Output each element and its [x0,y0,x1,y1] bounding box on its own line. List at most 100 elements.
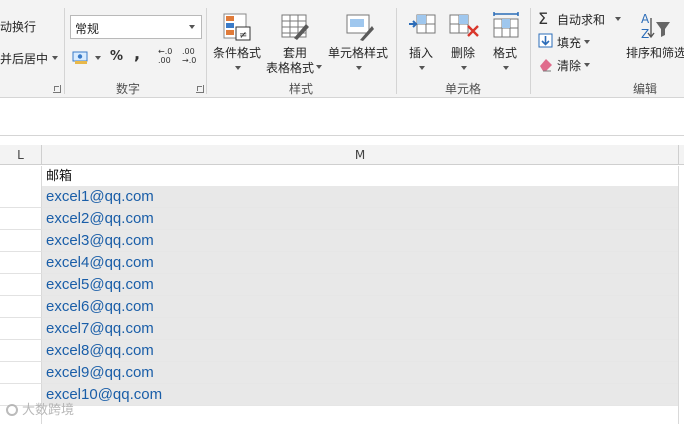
cell-l[interactable] [0,296,42,318]
fill-down-icon [538,33,553,48]
column-header-m[interactable]: M [42,145,678,165]
chevron-down-icon [584,63,590,67]
cell-l[interactable] [0,166,42,188]
chevron-down-icon [419,66,425,70]
email-cell[interactable]: excel4@qq.com [42,252,678,274]
email-cell[interactable]: excel2@qq.com [42,208,678,230]
cell-l[interactable] [0,274,42,296]
cell-styles-button[interactable]: 单元格样式 [326,8,392,74]
svg-text:≠: ≠ [239,30,247,41]
chevron-down-icon [584,40,590,44]
delete-icon [449,14,479,37]
delete-cells-button[interactable]: 删除 [444,8,484,74]
cell-next[interactable] [678,274,684,296]
group-label-editing: 编辑 [633,82,658,96]
merge-center-label: 并后居中 [0,52,49,66]
sort-filter-button[interactable]: A Z 排序和筛选 [626,8,684,74]
divider [206,8,207,94]
cell-next[interactable] [678,340,684,362]
formula-bar-area [0,98,684,136]
cell-l[interactable] [0,208,42,230]
table-row: excel2@qq.com [0,208,684,230]
cell-next[interactable] [678,208,684,230]
cell-next[interactable] [678,406,684,424]
chevron-down-icon [52,56,58,60]
cell-next[interactable] [678,166,684,188]
conditional-format-icon: ≠ [223,13,251,41]
insert-icon [409,14,436,34]
chevron-down-icon [615,17,621,21]
email-cell[interactable]: excel3@qq.com [42,230,678,252]
number-format-select[interactable]: 常规 [70,15,202,39]
delete-label: 删除 [451,46,476,60]
table-row: excel1@qq.com [0,186,684,208]
sort-filter-label: 排序和筛选 [626,46,684,60]
table-format-icon [281,14,309,40]
table-row [0,406,684,424]
cell-next[interactable] [678,384,684,406]
merge-center-button[interactable]: 并后居中 [0,46,62,68]
table-row: excel7@qq.com [0,318,684,340]
chevron-down-icon [503,66,509,70]
chevron-down-icon [189,25,195,29]
insert-cells-button[interactable]: 插入 [402,8,442,74]
format-as-table-button[interactable]: 套用 表格格式 [264,8,324,75]
email-cell[interactable]: excel8@qq.com [42,340,678,362]
email-cell[interactable]: excel7@qq.com [42,318,678,340]
clear-label: 清除 [557,59,582,73]
watermark-logo-icon [6,404,18,416]
table-row: excel9@qq.com [0,362,684,384]
accounting-format-button[interactable] [71,48,103,68]
group-label-styles: 样式 [289,82,314,96]
conditional-format-label: 条件格式 [213,46,262,60]
fill-button[interactable]: 填充 [536,32,596,52]
cell-l[interactable] [0,318,42,340]
column-header-next[interactable] [678,145,684,165]
fill-label: 填充 [557,36,582,50]
cell-next[interactable] [678,296,684,318]
divider [530,8,531,94]
wrap-text-button[interactable]: 动换行 [0,14,62,36]
comma-button[interactable]: , [134,44,140,63]
cell-next[interactable] [678,230,684,252]
alignment-launcher-icon[interactable] [53,85,61,93]
cell-next[interactable] [678,252,684,274]
clear-button[interactable]: 清除 [536,55,596,75]
cell-l[interactable] [0,230,42,252]
column-header-l[interactable]: L [0,145,42,165]
cell-l[interactable] [0,362,42,384]
table-row: excel8@qq.com [0,340,684,362]
table-row: excel5@qq.com [0,274,684,296]
sigma-icon: Σ [538,9,549,28]
table-row: excel6@qq.com [0,296,684,318]
chevron-down-icon [461,66,467,70]
email-cell[interactable]: excel1@qq.com [42,186,678,208]
group-label-number: 数字 [116,82,141,96]
autosum-button[interactable]: Σ 自动求和 [536,9,626,29]
cell-next[interactable] [678,318,684,340]
watermark-text: 大数跨境 [22,403,75,418]
percent-button[interactable]: % [110,49,123,64]
chevron-down-icon [235,66,241,70]
email-cell[interactable]: excel10@qq.com [42,384,678,406]
cell-next[interactable] [678,186,684,208]
empty-cell[interactable] [42,406,678,424]
insert-label: 插入 [409,46,434,60]
number-launcher-icon[interactable] [196,85,204,93]
email-cell[interactable]: excel5@qq.com [42,274,678,296]
conditional-format-button[interactable]: ≠ 条件格式 [210,8,264,74]
cell-l[interactable] [0,252,42,274]
chevron-down-icon [356,66,362,70]
cell-next[interactable] [678,362,684,384]
format-cells-button[interactable]: 格式 [486,8,526,74]
divider [64,8,65,94]
cell-l[interactable] [0,186,42,208]
increase-decimal-button[interactable]: ←.0 .00 [158,47,176,65]
cell-l[interactable] [0,340,42,362]
email-cell[interactable]: excel9@qq.com [42,362,678,384]
email-cell[interactable]: excel6@qq.com [42,296,678,318]
table-row: excel3@qq.com [0,230,684,252]
decrease-decimal-button[interactable]: .00 →.0 [182,47,200,65]
divider [396,8,397,94]
cell-m-header[interactable]: 邮箱 [42,166,678,188]
